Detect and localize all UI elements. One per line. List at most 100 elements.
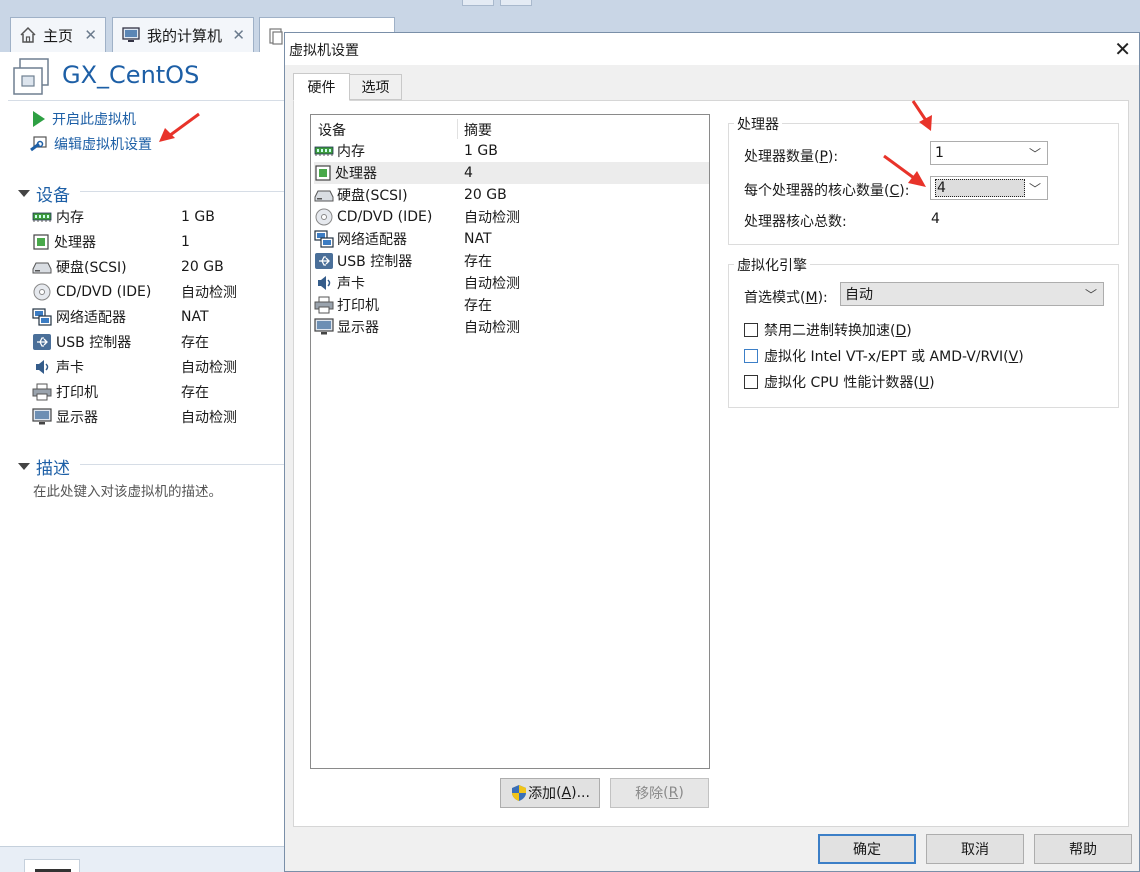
ok-button[interactable]: 确定 xyxy=(818,834,916,864)
checkbox[interactable] xyxy=(744,375,758,389)
document-icon xyxy=(269,27,283,45)
total-cores-value: 4 xyxy=(931,211,940,227)
device-list-item[interactable]: 打印机 存在 xyxy=(314,294,709,316)
tab-label: 我的计算机 xyxy=(147,26,223,45)
device-name: 打印机 xyxy=(56,385,98,401)
device-row[interactable]: 打印机 存在 xyxy=(32,381,282,403)
column-header-summary[interactable]: 摘要 xyxy=(464,119,492,141)
group-label: 虚拟化引擎 xyxy=(734,255,810,275)
collapse-triangle-icon xyxy=(18,190,30,197)
action-label: 开启此虚拟机 xyxy=(52,112,136,128)
cdrom-icon xyxy=(314,208,334,226)
device-value: 自动检测 xyxy=(181,285,237,301)
divider xyxy=(80,464,285,465)
device-row[interactable]: USB 控制器 存在 xyxy=(32,331,282,353)
tab-hardware[interactable]: 硬件 xyxy=(293,73,350,101)
checkbox-label: 虚拟化 CPU 性能计数器(U) xyxy=(764,375,935,391)
column-header-device[interactable]: 设备 xyxy=(318,119,346,141)
processor-icon xyxy=(314,165,332,181)
close-icon[interactable]: ✕ xyxy=(84,26,97,44)
annotation-arrow-icon xyxy=(911,100,932,131)
device-value: 存在 xyxy=(181,385,209,401)
device-list-item[interactable]: 硬盘(SCSI) 20 GB xyxy=(314,184,709,206)
harddisk-icon xyxy=(314,187,334,203)
edit-settings-link[interactable]: 编辑虚拟机设置 xyxy=(30,134,152,154)
device-row[interactable]: 显示器 自动检测 xyxy=(32,406,282,428)
add-button[interactable]: 添加(A)... xyxy=(500,778,600,808)
close-icon[interactable]: ✕ xyxy=(232,26,245,44)
select-value: 自动 xyxy=(845,287,873,303)
usb-icon xyxy=(32,333,52,351)
tab-label: 主页 xyxy=(43,26,74,45)
virtualize-vtx-checkbox[interactable]: 虚拟化 Intel VT-x/EPT 或 AMD-V/RVI(V) xyxy=(744,346,1024,366)
device-summary: 存在 xyxy=(464,254,492,270)
vm-settings-dialog: 虚拟机设置 ✕ 硬件 选项 设备 摘要 内存 1 GB 处理器 4 硬盘(SCSI) 20… xyxy=(284,32,1140,872)
ellipsis: ... xyxy=(576,785,590,801)
window-button[interactable] xyxy=(500,0,532,6)
collapse-triangle-icon xyxy=(18,463,30,470)
description-section-header[interactable]: 描述 xyxy=(18,454,70,479)
cores-per-processor-select[interactable]: 4 ﹀ xyxy=(930,176,1048,200)
power-on-link[interactable]: 开启此虚拟机 xyxy=(30,109,136,129)
device-name: 硬盘(SCSI) xyxy=(56,260,127,276)
device-list-item[interactable]: 处理器 4 xyxy=(314,162,709,184)
device-name: USB 控制器 xyxy=(56,335,132,351)
network-icon xyxy=(32,308,52,326)
checkbox-label: 禁用二进制转换加速(D) xyxy=(764,323,912,339)
disable-binary-translation-checkbox[interactable]: 禁用二进制转换加速(D) xyxy=(744,320,912,340)
device-row[interactable]: 网络适配器 NAT xyxy=(32,306,282,328)
device-row[interactable]: 硬盘(SCSI) 20 GB xyxy=(32,256,282,278)
device-list-item[interactable]: 显示器 自动检测 xyxy=(314,316,709,338)
checkbox[interactable] xyxy=(744,323,758,337)
checkbox[interactable] xyxy=(744,349,758,363)
accelerator-key: A xyxy=(561,785,572,801)
device-value: 20 GB xyxy=(181,259,224,275)
device-row[interactable]: 声卡 自动检测 xyxy=(32,356,282,378)
vm-thumbnail[interactable] xyxy=(24,859,80,872)
device-row[interactable]: 处理器 1 xyxy=(32,231,282,253)
tab-home[interactable]: 主页 ✕ xyxy=(10,17,106,52)
device-summary: 4 xyxy=(464,165,473,181)
device-value: 1 xyxy=(181,234,190,250)
device-list[interactable]: 设备 摘要 内存 1 GB 处理器 4 硬盘(SCSI) 20 GB CD/DVD (IDE… xyxy=(310,114,710,769)
cancel-button[interactable]: 取消 xyxy=(926,834,1024,864)
device-list-item[interactable]: CD/DVD (IDE) 自动检测 xyxy=(314,206,709,228)
device-list-item[interactable]: 声卡 自动检测 xyxy=(314,272,709,294)
settings-icon xyxy=(30,136,47,152)
device-row[interactable]: 内存 1 GB xyxy=(32,206,282,228)
display-icon xyxy=(314,318,334,336)
divider xyxy=(8,100,285,101)
select-value: 1 xyxy=(935,145,944,161)
annotation-arrow-icon xyxy=(159,112,200,142)
device-list-item[interactable]: 内存 1 GB xyxy=(314,140,709,162)
device-value: 自动检测 xyxy=(181,360,237,376)
vm-icon xyxy=(13,58,49,95)
shield-icon xyxy=(512,785,527,801)
processor-icon xyxy=(32,234,50,250)
remove-button[interactable]: 移除(R) xyxy=(610,778,709,808)
tab-my-computer[interactable]: 我的计算机 ✕ xyxy=(112,17,254,52)
devices-section-header[interactable]: 设备 xyxy=(18,181,70,206)
preferred-mode-select[interactable]: 自动 ﹀ xyxy=(840,282,1104,306)
device-row[interactable]: CD/DVD (IDE) 自动检测 xyxy=(32,281,282,303)
window-button[interactable] xyxy=(462,0,494,6)
select-value: 4 xyxy=(935,179,1025,197)
device-summary: 自动检测 xyxy=(464,210,520,226)
device-list-item[interactable]: USB 控制器 存在 xyxy=(314,250,709,272)
printer-icon xyxy=(314,296,334,314)
processor-count-select[interactable]: 1 ﹀ xyxy=(930,141,1048,165)
virtualize-cpu-counters-checkbox[interactable]: 虚拟化 CPU 性能计数器(U) xyxy=(744,372,935,392)
device-name: 网络适配器 xyxy=(56,310,126,326)
description-placeholder[interactable]: 在此处键入对该虚拟机的描述。 xyxy=(33,480,222,500)
device-summary: NAT xyxy=(464,231,492,247)
chevron-down-icon: ﹀ xyxy=(1084,288,1097,302)
help-button[interactable]: 帮助 xyxy=(1034,834,1132,864)
memory-icon xyxy=(314,144,334,158)
section-title: 描述 xyxy=(36,459,70,479)
usb-icon xyxy=(314,252,334,270)
device-name: 声卡 xyxy=(56,360,84,376)
close-icon[interactable]: ✕ xyxy=(1114,37,1131,61)
device-list-item[interactable]: 网络适配器 NAT xyxy=(314,228,709,250)
device-name: CD/DVD (IDE) xyxy=(337,209,433,225)
tab-options[interactable]: 选项 xyxy=(349,74,402,100)
